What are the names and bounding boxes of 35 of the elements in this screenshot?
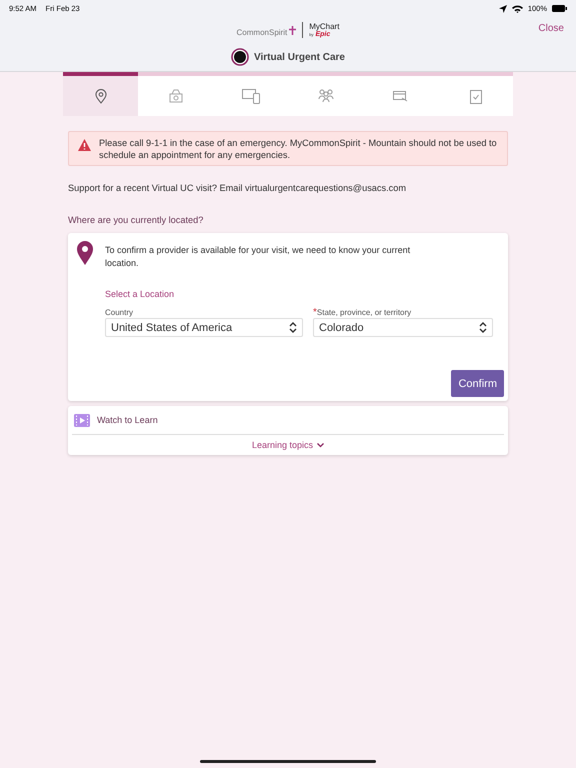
section-heading: Select a Location	[105, 289, 176, 299]
location-arrow-icon	[498, 4, 507, 12]
field-label: State, province, or territory	[316, 308, 412, 317]
devices-icon	[242, 88, 260, 104]
alert-text: Please call 9-1-1 in the case of an emergency. MyCommonSpirit - Mountain should not be used to schedule an appointment for any emergencies.	[99, 137, 498, 161]
learn-title: Watch to Learn	[97, 415, 158, 425]
cross-logo-icon	[289, 26, 296, 34]
location-question: Where are you currently located?	[68, 215, 204, 225]
logo-text: CommonSpirit	[236, 28, 288, 36]
bag-icon	[168, 89, 182, 103]
video-icon	[74, 414, 90, 426]
chevron-down-icon	[317, 442, 324, 448]
clipboard-icon	[470, 88, 482, 104]
location-pin-icon	[94, 88, 106, 104]
map-pin-icon	[77, 241, 93, 265]
wifi-icon	[512, 4, 523, 12]
card-icon	[393, 90, 408, 102]
logo-text: MyChart	[309, 22, 340, 30]
battery-icon	[552, 5, 567, 12]
intro-text: To confirm a provider is available for your visit, we need to know your current location.	[105, 244, 412, 270]
dropdown-field[interactable]: United States of America	[105, 318, 303, 337]
warning-icon	[78, 139, 91, 151]
support-text: Support for a recent Virtual UC visit? Email virtualurgentcarequestions@usacs.com	[68, 183, 408, 193]
required-mark: *	[313, 309, 317, 317]
avatar-icon	[231, 48, 250, 66]
close-link[interactable]: Close	[538, 23, 564, 34]
confirm-button[interactable]: Confirm	[451, 370, 504, 397]
dropdown-field[interactable]: Colorado	[313, 318, 493, 337]
step-tab[interactable]	[63, 72, 138, 116]
page-title: Virtual Urgent Care	[254, 52, 345, 62]
chevron-updown-icon	[479, 322, 487, 333]
chevron-updown-icon	[289, 322, 297, 333]
field-label: Country	[105, 308, 134, 317]
learning-topics-link[interactable]: Learning topics	[252, 435, 324, 455]
people-icon	[318, 89, 334, 103]
